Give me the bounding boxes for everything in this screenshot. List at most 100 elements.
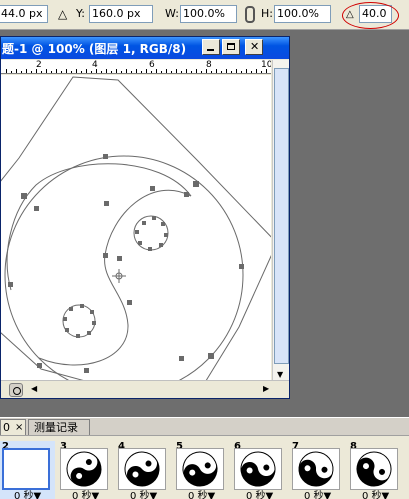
ruler-tick — [261, 71, 262, 73]
frame-thumbnail — [118, 448, 166, 490]
frame-delay-dropdown[interactable]: 0 秒▼ — [72, 491, 99, 499]
ruler-tick — [211, 71, 212, 73]
ruler-tick — [91, 71, 92, 73]
animation-frame[interactable]: 20 秒▼ — [0, 441, 55, 499]
ruler-tick — [231, 71, 232, 73]
ruler-tick — [101, 71, 102, 73]
vertical-scroll-thumb[interactable] — [274, 68, 289, 364]
animation-frame[interactable]: 50 秒▼ — [174, 441, 229, 499]
ruler-label: 6 — [149, 60, 155, 70]
animation-frame[interactable]: 60 秒▼ — [232, 441, 287, 499]
canvas[interactable] — [1, 75, 271, 380]
ruler-tick — [181, 71, 182, 73]
ruler-tick — [16, 69, 17, 73]
ruler-tick — [76, 69, 77, 73]
options-bar: 44.0 px △ Y: 160.0 px W: 100.0% H: 100.0… — [0, 0, 409, 30]
w-label: W: — [165, 7, 179, 20]
minimize-icon — [207, 49, 214, 51]
animation-frame[interactable]: 40 秒▼ — [116, 441, 171, 499]
scroll-right-arrow-icon[interactable]: ▶ — [263, 384, 269, 394]
scroll-left-arrow-icon[interactable]: ◀ — [31, 384, 37, 394]
yin-yang-icon — [66, 451, 102, 487]
frame-thumbnail — [176, 448, 224, 490]
width-scale-field[interactable]: 100.0% — [180, 5, 237, 23]
yin-yang-icon — [356, 451, 392, 487]
restore-button[interactable] — [222, 39, 240, 55]
ruler-tick — [126, 69, 127, 73]
ruler-tick — [171, 71, 172, 73]
ruler-tick — [251, 71, 252, 73]
ruler-tick — [51, 71, 52, 73]
tab-measurement-log[interactable]: 测量记录 — [28, 419, 90, 435]
status-menu-icon[interactable] — [9, 383, 23, 397]
document-title: 题-1 @ 100% (图层 1, RGB/8) — [2, 42, 187, 56]
ruler-tick — [221, 71, 222, 73]
scroll-down-arrow-icon[interactable]: ▼ — [277, 370, 283, 380]
outer-circle-path — [4, 155, 244, 380]
panel-tab-bar: 0 × 测量记录 — [0, 417, 409, 435]
ruler-tick — [81, 71, 82, 73]
ruler-tick — [31, 71, 32, 73]
ruler-tick — [96, 69, 97, 73]
link-proportions-icon[interactable] — [245, 6, 255, 23]
yin-yang-icon — [182, 451, 218, 487]
minimize-button[interactable] — [202, 39, 220, 55]
ruler-tick — [121, 71, 122, 73]
inner-arc-path — [6, 163, 192, 291]
x-position-field[interactable]: 44.0 px — [0, 5, 48, 23]
ruler-tick — [201, 71, 202, 73]
yin-yang-path-drawing — [1, 76, 271, 380]
document-window: 题-1 @ 100% (图层 1, RGB/8) ✕ 2 4 6 8 10 — [0, 36, 290, 399]
frame-delay-dropdown[interactable]: 0 秒▼ — [304, 491, 331, 499]
ruler-tick — [246, 69, 247, 73]
frame-thumbnail — [350, 448, 398, 490]
ruler-tick — [156, 69, 157, 73]
restore-icon — [227, 43, 235, 50]
ruler-tick — [46, 69, 47, 73]
s-curve-path — [38, 189, 192, 366]
ruler-tick — [216, 69, 217, 73]
ruler-tick — [116, 69, 117, 73]
frame-delay-dropdown[interactable]: 0 秒▼ — [130, 491, 157, 499]
yin-yang-icon — [124, 451, 160, 487]
ruler-tick — [26, 69, 27, 73]
ruler-tick — [146, 69, 147, 73]
angle-highlight-circle — [342, 2, 399, 29]
frame-delay-dropdown[interactable]: 0 秒▼ — [246, 491, 273, 499]
animation-frames-strip: 20 秒▼ 3 0 秒▼ 4 0 秒▼ 5 0 秒▼ 6 0 秒▼ 7 0 秒▼ 8 0 秒▼ — [0, 435, 409, 499]
horizontal-ruler: 2 4 6 8 10 — [1, 60, 271, 74]
close-button[interactable]: ✕ — [245, 39, 263, 55]
transform-bounding-box — [1, 76, 271, 380]
frame-thumbnail — [292, 448, 340, 490]
center-crosshair-icon — [112, 269, 126, 283]
animation-frame[interactable]: 70 秒▼ — [290, 441, 345, 499]
frame-delay-dropdown[interactable]: 0 秒▼ — [14, 491, 41, 499]
ruler-tick — [241, 71, 242, 73]
ruler-tick — [206, 69, 207, 73]
tab-close-icon[interactable]: × — [15, 420, 23, 435]
y-position-field[interactable]: 160.0 px — [89, 5, 153, 23]
ruler-tick — [71, 71, 72, 73]
frame-thumbnail — [2, 448, 50, 490]
ruler-tick — [86, 69, 87, 73]
ruler-tick — [56, 69, 57, 73]
yin-yang-icon — [298, 451, 334, 487]
document-title-bar[interactable]: 题-1 @ 100% (图层 1, RGB/8) ✕ — [1, 37, 289, 59]
animation-frame[interactable]: 80 秒▼ — [348, 441, 403, 499]
document-status-bar: ◀ ▶ — [1, 380, 289, 398]
ruler-tick — [111, 71, 112, 73]
height-scale-field[interactable]: 100.0% — [274, 5, 331, 23]
vertical-scrollbar[interactable]: ▼ — [272, 60, 289, 380]
ruler-tick — [186, 69, 187, 73]
ruler-tick — [141, 71, 142, 73]
animation-frame[interactable]: 30 秒▼ — [58, 441, 113, 499]
ruler-tick — [196, 69, 197, 73]
ruler-tick — [256, 69, 257, 73]
frame-delay-dropdown[interactable]: 0 秒▼ — [362, 491, 389, 499]
delta-icon: △ — [58, 7, 68, 21]
ruler-tick — [191, 71, 192, 73]
ruler-tick — [136, 69, 137, 73]
h-label: H: — [261, 7, 273, 20]
frame-delay-dropdown[interactable]: 0 秒▼ — [188, 491, 215, 499]
tab-animation[interactable]: 0 × — [0, 419, 26, 435]
